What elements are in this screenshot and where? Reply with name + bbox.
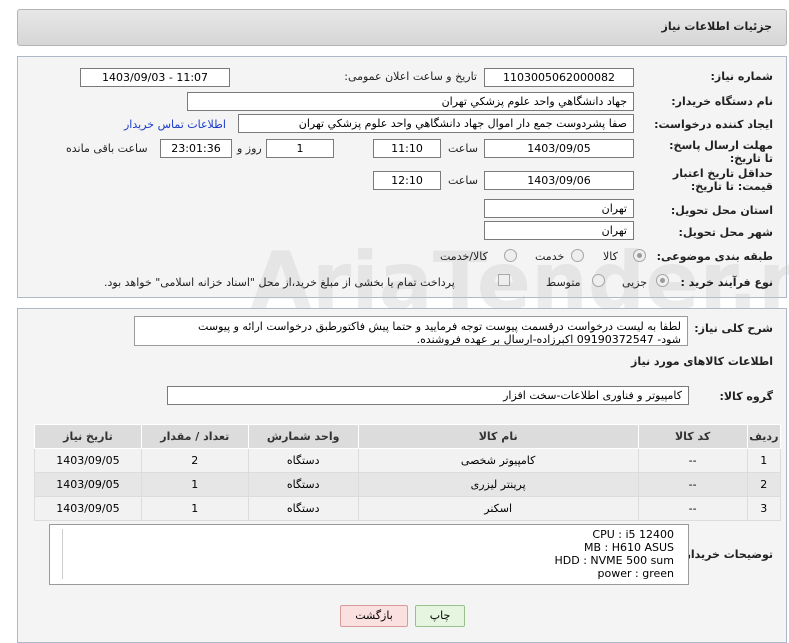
- cell-code: --: [637, 448, 748, 473]
- treasury-checkbox[interactable]: [498, 274, 510, 286]
- cell-unit: دستگاه: [247, 472, 359, 497]
- city-field: تهران: [484, 221, 634, 240]
- buyer-notes-label: توضیحات خریدار:: [680, 548, 773, 561]
- goods-table: ردیف کد کالا نام کالا واحد شمارش تعداد /…: [34, 424, 782, 521]
- price-validity-label: حداقل تاریخ اعتبار قیمت: تا تاریخ:: [672, 167, 773, 193]
- reply-time-label: ساعت: [448, 142, 478, 155]
- province-field: تهران: [484, 199, 634, 218]
- category-label: طبقه بندی موضوعی:: [656, 250, 773, 263]
- buyer-notes-line-4: power : green: [597, 567, 674, 580]
- col-name: نام کالا: [357, 424, 639, 449]
- cell-name: اسکنر: [357, 496, 639, 521]
- validity-time-label: ساعت: [448, 174, 478, 187]
- reply-date-field: 1403/09/05: [484, 139, 634, 158]
- category-service-label: خدمت: [535, 250, 565, 263]
- cell-unit: دستگاه: [247, 496, 359, 521]
- reply-time-field: 11:10: [373, 139, 441, 158]
- process-medium-label: متوسط: [546, 276, 581, 289]
- province-label: استان محل تحویل:: [670, 204, 773, 217]
- category-both-label: کالا/خدمت: [440, 250, 488, 263]
- col-qty: تعداد / مقدار: [140, 424, 249, 449]
- buyer-notes-line-3: HDD : NVME 500 sum: [554, 554, 674, 567]
- announce-label: تاریخ و ساعت اعلان عمومی:: [344, 70, 477, 83]
- cell-date: 1403/09/05: [34, 496, 142, 521]
- city-label: شهر محل تحویل:: [678, 226, 773, 239]
- buyer-org-field: جهاد دانشگاهي واحد علوم پزشکي تهران: [187, 92, 634, 111]
- buyer-org-label: نام دستگاه خریدار:: [671, 95, 773, 108]
- announce-field: 1403/09/03 - 11:07: [80, 68, 230, 87]
- validity-time-field: 12:10: [373, 171, 441, 190]
- cell-row: 2: [746, 472, 782, 497]
- process-medium-radio[interactable]: [592, 274, 605, 287]
- category-service-radio[interactable]: [571, 249, 584, 262]
- col-unit: واحد شمارش: [247, 424, 359, 449]
- cell-code: --: [637, 472, 748, 497]
- cell-name: کامپیوتر شخصی: [357, 448, 639, 473]
- cell-date: 1403/09/05: [34, 448, 142, 473]
- validity-date-field: 1403/09/06: [484, 171, 634, 190]
- days-label: روز و: [237, 142, 262, 155]
- payment-note: پرداخت تمام یا بخشی از مبلغ خرید،از محل …: [104, 276, 455, 289]
- goods-group-label: گروه کالا:: [719, 390, 773, 403]
- col-date: تاریخ نیاز: [34, 424, 142, 449]
- category-goods-label: کالا: [603, 250, 618, 263]
- days-field: 1: [266, 139, 334, 158]
- process-minor-radio[interactable]: [656, 274, 669, 287]
- table-row[interactable]: 2 -- پرینتر لیزری دستگاه 1 1403/09/05: [34, 472, 782, 497]
- category-both-radio[interactable]: [504, 249, 517, 262]
- table-row[interactable]: 1 -- کامپیوتر شخصی دستگاه 2 1403/09/05: [34, 448, 782, 473]
- col-row: ردیف: [746, 424, 782, 449]
- col-code: کد کالا: [637, 424, 748, 449]
- cell-row: 1: [746, 448, 782, 473]
- summary-line-2: شود- 09190372547 اکبرزاده-ارسال بر عهده …: [416, 333, 681, 346]
- scrollbar[interactable]: [62, 529, 68, 579]
- process-label: نوع فرآیند خرید :: [680, 276, 773, 289]
- cell-qty: 1: [140, 496, 249, 521]
- summary-label: شرح کلی نیاز:: [694, 322, 773, 335]
- goods-group-field: کامپیوتر و فناوری اطلاعات-سخت افزار: [167, 386, 689, 405]
- need-number-label: شماره نیاز:: [710, 70, 773, 83]
- remaining-time-field: 23:01:36: [160, 139, 232, 158]
- cell-code: --: [637, 496, 748, 521]
- creator-field: صفا پشردوست جمع دار اموال جهاد دانشگاهي …: [238, 114, 634, 133]
- table-row[interactable]: 3 -- اسکنر دستگاه 1 1403/09/05: [34, 496, 782, 521]
- summary-line-1: لطفا به لیست درخواست درقسمت پیوست توجه ف…: [198, 320, 681, 333]
- cell-name: پرینتر لیزری: [357, 472, 639, 497]
- goods-section-title: اطلاعات کالاهای مورد نیاز: [631, 355, 773, 368]
- page-header: جزئیات اطلاعات نیاز: [17, 9, 787, 46]
- buyer-contact-link[interactable]: اطلاعات تماس خریدار: [124, 118, 226, 131]
- print-button[interactable]: چاپ: [415, 605, 465, 627]
- summary-textarea[interactable]: لطفا به لیست درخواست درقسمت پیوست توجه ف…: [134, 316, 688, 346]
- buyer-notes-line-1: CPU : i5 12400: [592, 528, 674, 541]
- category-goods-radio[interactable]: [633, 249, 646, 262]
- remaining-label: ساعت باقی مانده: [66, 142, 148, 155]
- process-minor-label: جزیی: [622, 276, 648, 289]
- page-title: جزئیات اطلاعات نیاز: [661, 20, 773, 33]
- buyer-notes-line-2: MB : H610 ASUS: [583, 541, 674, 554]
- need-number-field: 1103005062000082: [484, 68, 634, 87]
- buyer-notes-textarea[interactable]: CPU : i5 12400 MB : H610 ASUS HDD : NVME…: [49, 524, 689, 585]
- cell-row: 3: [746, 496, 782, 521]
- reply-deadline-label: مهلت ارسال پاسخ: تا تاریخ:: [669, 139, 773, 165]
- cell-qty: 2: [140, 448, 249, 473]
- cell-date: 1403/09/05: [34, 472, 142, 497]
- back-button[interactable]: بازگشت: [340, 605, 408, 627]
- creator-label: ایجاد کننده درخواست:: [654, 118, 773, 131]
- cell-qty: 1: [140, 472, 249, 497]
- cell-unit: دستگاه: [247, 448, 359, 473]
